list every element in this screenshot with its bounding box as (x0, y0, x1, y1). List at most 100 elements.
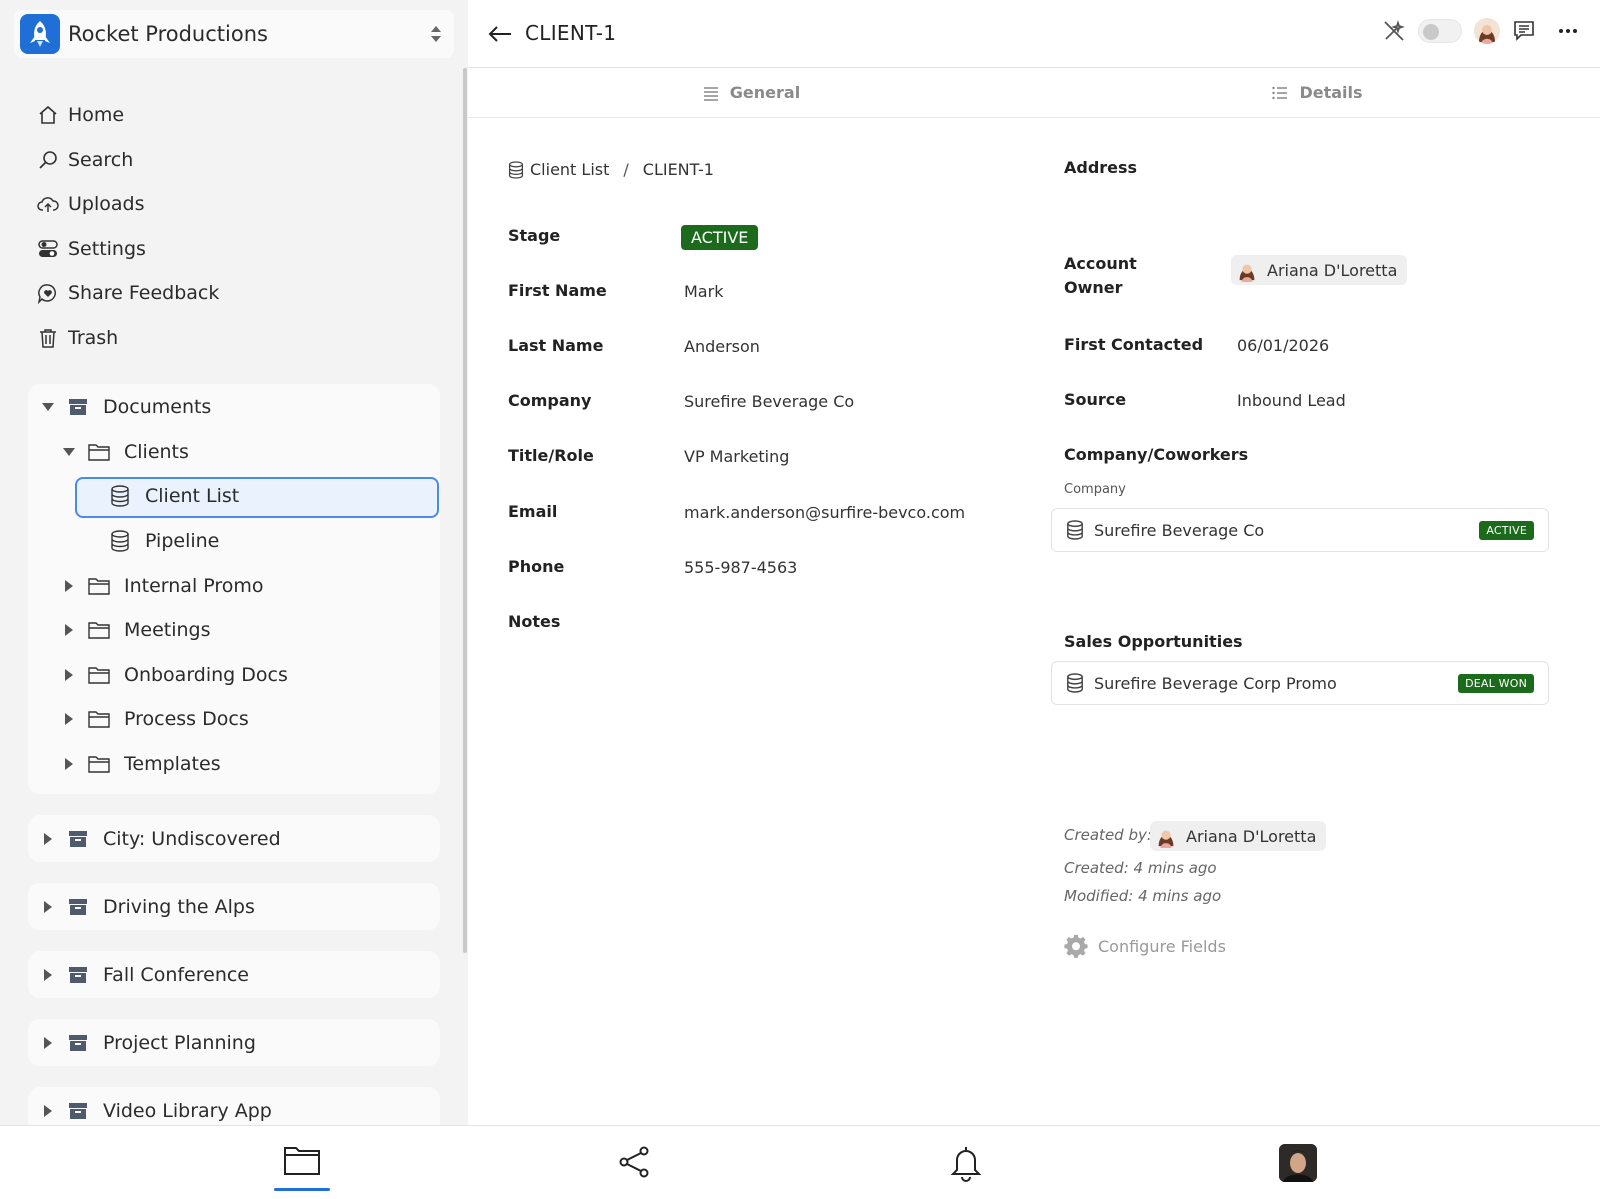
configure-fields-button[interactable]: Configure Fields (1064, 933, 1226, 959)
tree-root-row[interactable]: Driving the Alps (28, 883, 440, 930)
user-avatar-icon (1235, 258, 1259, 282)
bottom-nav-share[interactable] (606, 1144, 662, 1184)
sidebar-resize-handle[interactable] (463, 68, 467, 953)
workspace-switcher[interactable]: Rocket Productions (14, 10, 454, 58)
folder-icon (87, 618, 111, 642)
phone-value[interactable]: 555-987-4563 (684, 556, 797, 580)
tree-item-client-list[interactable]: Client List (28, 474, 440, 519)
stage-status-badge[interactable]: ACTIVE (681, 225, 759, 250)
caret-right-icon[interactable] (40, 967, 56, 983)
account-owner-chip[interactable]: Ariana D'Loretta (1231, 255, 1408, 285)
tree-folder-clients[interactable]: Clients (28, 430, 440, 475)
tree-folder-internal-promo[interactable]: Internal Promo (28, 563, 440, 608)
tab-details[interactable]: Details (1034, 68, 1600, 117)
nav-settings[interactable]: Settings (36, 227, 219, 272)
sort-arrows-icon[interactable] (426, 24, 446, 44)
caret-right-icon[interactable] (40, 1103, 56, 1119)
company-label: Company (508, 391, 592, 410)
sales-opportunity-name: Surefire Beverage Corp Promo (1094, 673, 1337, 693)
created-by-chip[interactable]: Ariana D'Loretta (1150, 821, 1327, 851)
section-fall-conference[interactable]: Fall Conference (28, 951, 440, 998)
coworkers-label: Company/Coworkers (1064, 445, 1249, 464)
documents-section: Documents Clients Client List Pipeline I… (28, 384, 440, 794)
tree-root-row[interactable]: Video Library App (28, 1087, 440, 1125)
account-owner-label-line1: Account (1064, 254, 1137, 273)
company-link-card[interactable]: Surefire Beverage Co ACTIVE (1051, 508, 1549, 552)
user-avatar-icon[interactable] (1474, 18, 1500, 44)
nav-home[interactable]: Home (36, 93, 219, 138)
tree-root-row[interactable]: Project Planning (28, 1019, 440, 1066)
tree-root-row[interactable]: City: Undiscovered (28, 815, 440, 862)
tree-label: Fall Conference (103, 963, 249, 986)
archive-box-icon (66, 1099, 90, 1123)
record-panel: CLIENT-1 General Details Client List / C… (468, 0, 1600, 1125)
section-video-library-app[interactable]: Video Library App (28, 1087, 440, 1125)
tab-general[interactable]: General (468, 68, 1034, 117)
database-icon (508, 160, 524, 179)
mode-toggle[interactable] (1418, 19, 1462, 43)
folder-icon (87, 574, 111, 598)
cloud-upload-icon (36, 192, 60, 216)
toolbar-actions (1382, 18, 1580, 44)
nav-uploads[interactable]: Uploads (36, 182, 219, 227)
caret-right-icon[interactable] (61, 622, 77, 638)
nav-label: Settings (68, 237, 146, 260)
caret-right-icon[interactable] (61, 578, 77, 594)
caret-right-icon[interactable] (61, 756, 77, 772)
database-icon (108, 484, 132, 508)
nav-share-feedback[interactable]: Share Feedback (36, 271, 219, 316)
caret-down-icon[interactable] (61, 444, 77, 460)
archive-box-icon (66, 395, 90, 419)
tree-root-row[interactable]: Fall Conference (28, 951, 440, 998)
source-label: Source (1064, 390, 1127, 409)
account-owner-name: Ariana D'Loretta (1267, 260, 1398, 280)
nav-label: Trash (68, 326, 119, 349)
caret-right-icon[interactable] (40, 831, 56, 847)
email-value[interactable]: mark.anderson@surfire-bevco.com (684, 501, 965, 525)
section-city-undiscovered[interactable]: City: Undiscovered (28, 815, 440, 862)
bottom-nav-documents[interactable] (274, 1144, 330, 1184)
record-tabs: General Details (468, 68, 1600, 118)
configure-fields-label: Configure Fields (1098, 936, 1226, 956)
section-driving-the-alps[interactable]: Driving the Alps (28, 883, 440, 930)
breadcrumb: Client List / CLIENT-1 (508, 160, 714, 179)
source-value[interactable]: Inbound Lead (1237, 389, 1346, 413)
tree-folder-onboarding-docs[interactable]: Onboarding Docs (28, 653, 440, 698)
magic-wand-off-icon[interactable] (1382, 19, 1406, 43)
email-label: Email (508, 502, 558, 521)
caret-right-icon[interactable] (40, 1035, 56, 1051)
caret-down-icon[interactable] (40, 399, 56, 415)
tree-label: City: Undiscovered (103, 827, 281, 850)
nav-trash[interactable]: Trash (36, 316, 219, 361)
sales-opportunity-card[interactable]: Surefire Beverage Corp Promo DEAL WON (1051, 661, 1549, 705)
tree-folder-process-docs[interactable]: Process Docs (28, 697, 440, 742)
comments-icon[interactable] (1512, 19, 1536, 43)
tree-folder-meetings[interactable]: Meetings (28, 608, 440, 653)
title-role-value[interactable]: VP Marketing (684, 445, 789, 469)
tree-label: Project Planning (103, 1031, 256, 1054)
tree-root-documents[interactable]: Documents (28, 385, 440, 430)
caret-right-icon[interactable] (40, 899, 56, 915)
last-name-value[interactable]: Anderson (684, 335, 760, 359)
user-avatar-icon (1154, 824, 1178, 848)
nav-search[interactable]: Search (36, 138, 219, 183)
first-name-value[interactable]: Mark (684, 280, 723, 304)
breadcrumb-parent-link[interactable]: Client List (530, 160, 609, 179)
folder-icon (87, 663, 111, 687)
caret-right-icon[interactable] (61, 667, 77, 683)
bottom-nav-notifications[interactable] (938, 1144, 994, 1184)
bottom-nav-profile[interactable] (1270, 1144, 1326, 1184)
more-options-icon[interactable] (1556, 19, 1580, 43)
back-arrow-icon[interactable] (486, 20, 514, 48)
user-avatar (1279, 1144, 1317, 1182)
archive-box-icon (66, 1031, 90, 1055)
caret-right-icon[interactable] (61, 711, 77, 727)
section-project-planning[interactable]: Project Planning (28, 1019, 440, 1066)
tree-label: Documents (103, 396, 212, 419)
sidebar: Rocket Productions Home Search Uploads S… (0, 0, 468, 1125)
bottom-nav (0, 1125, 1600, 1199)
tree-item-pipeline[interactable]: Pipeline (28, 519, 440, 564)
first-contacted-value[interactable]: 06/01/2026 (1237, 334, 1329, 358)
tree-folder-templates[interactable]: Templates (28, 742, 440, 787)
company-value[interactable]: Surefire Beverage Co (684, 390, 854, 414)
